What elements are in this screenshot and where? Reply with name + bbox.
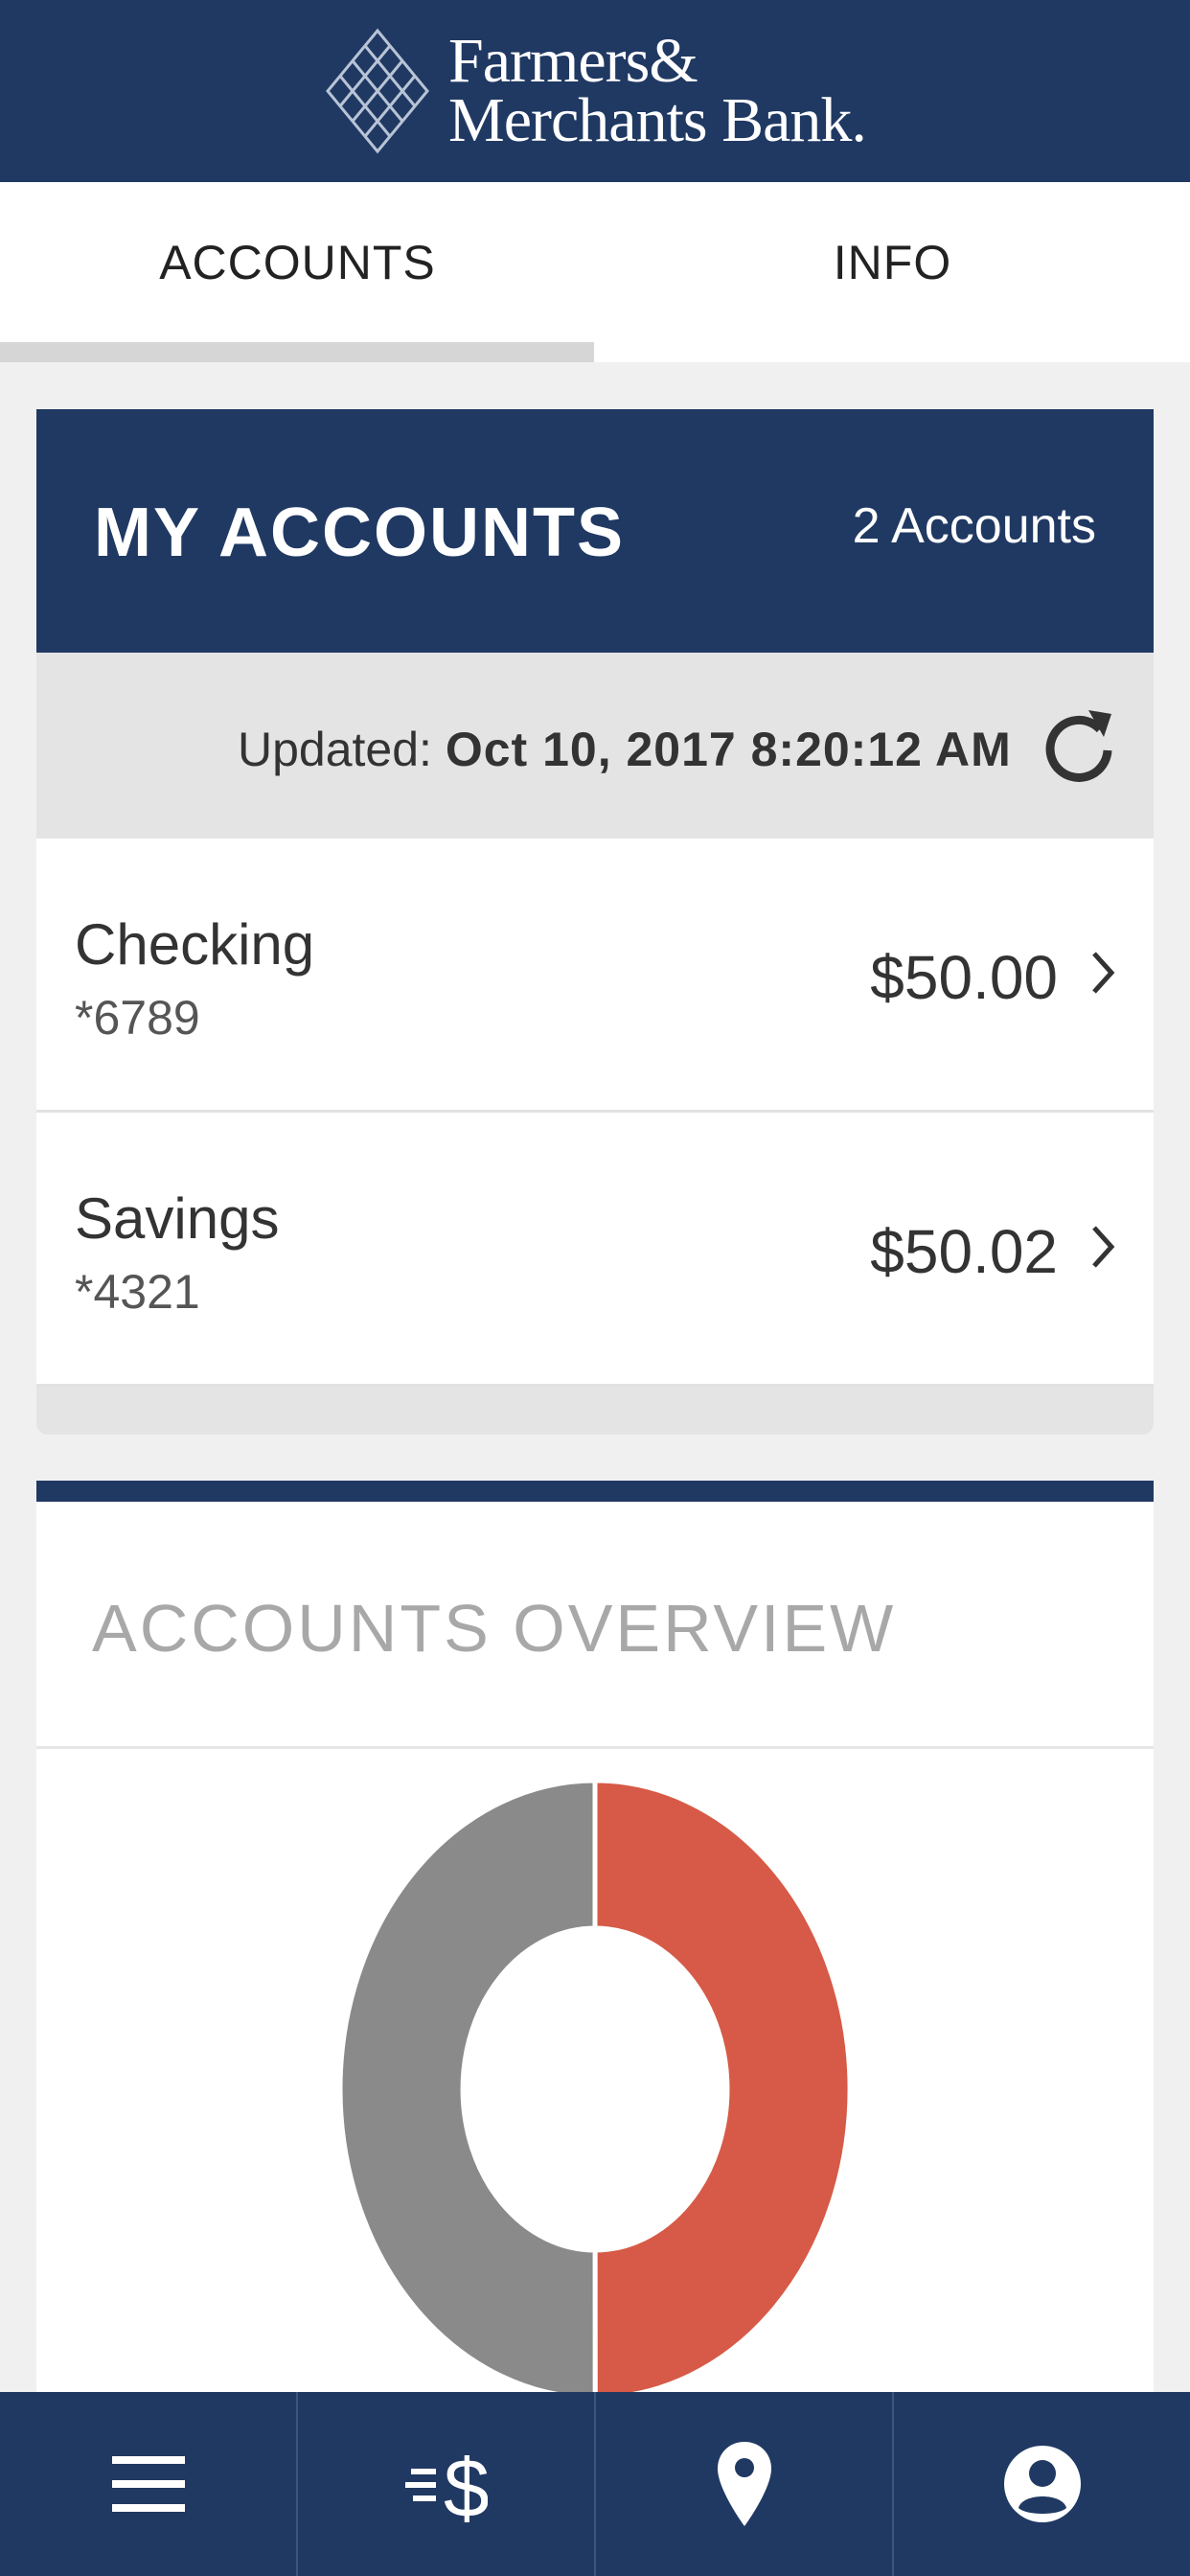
updated-bar: Updated: Oct 10, 2017 8:20:12 AM xyxy=(36,653,1154,839)
accounts-count: 2 Accounts xyxy=(852,498,1096,554)
nav-menu-button[interactable] xyxy=(0,2392,296,2576)
updated-timestamp: Updated: Oct 10, 2017 8:20:12 AM xyxy=(238,722,1012,777)
overview-title: ACCOUNTS OVERVIEW xyxy=(92,1591,897,1666)
nav-profile-button[interactable] xyxy=(892,2392,1190,2576)
account-balance: $50.02 xyxy=(870,1217,1058,1286)
account-row-savings[interactable]: Savings *4321 $50.02 xyxy=(36,1113,1154,1387)
tab-accounts[interactable]: ACCOUNTS xyxy=(0,182,595,362)
account-row-checking[interactable]: Checking *6789 $50.00 xyxy=(36,839,1154,1113)
bank-name: Farmers& Merchants Bank. xyxy=(448,26,867,155)
my-accounts-title: MY ACCOUNTS xyxy=(94,494,626,571)
updated-value: Oct 10, 2017 8:20:12 AM xyxy=(445,723,1012,776)
account-name: Savings xyxy=(75,1186,280,1251)
refresh-icon[interactable] xyxy=(1044,706,1115,783)
divider xyxy=(36,1746,1154,1749)
app-header: Farmers& Merchants Bank. xyxy=(0,0,1190,182)
chevron-right-icon xyxy=(1092,1226,1115,1268)
tab-bar: ACCOUNTS INFO xyxy=(0,182,1190,362)
updated-label: Updated: xyxy=(238,723,432,776)
diamond-lattice-logo-icon xyxy=(326,28,429,154)
menu-icon xyxy=(111,2456,185,2512)
active-tab-indicator xyxy=(0,342,594,362)
transfer-dollar-icon: $ xyxy=(404,2443,488,2530)
bank-logo: Farmers& Merchants Bank. xyxy=(324,26,867,155)
chevron-right-icon xyxy=(1092,952,1115,994)
nav-transfer-button[interactable]: $ xyxy=(296,2392,594,2576)
nav-locations-button[interactable] xyxy=(594,2392,892,2576)
location-pin-icon xyxy=(717,2442,771,2526)
svg-text:$: $ xyxy=(444,2443,488,2530)
accounts-card-footer xyxy=(36,1387,1154,1435)
account-balance: $50.00 xyxy=(870,943,1058,1012)
bank-name-line2: Merchants Bank. xyxy=(448,85,867,155)
account-name: Checking xyxy=(75,912,315,977)
profile-icon xyxy=(1003,2446,1081,2522)
my-accounts-header: MY ACCOUNTS 2 Accounts xyxy=(36,409,1154,653)
bottom-nav: $ xyxy=(0,2392,1190,2576)
account-number: *6789 xyxy=(75,991,200,1045)
tab-info[interactable]: INFO xyxy=(595,182,1190,362)
account-number: *4321 xyxy=(75,1265,200,1319)
bank-name-line1: Farmers& xyxy=(448,26,698,96)
